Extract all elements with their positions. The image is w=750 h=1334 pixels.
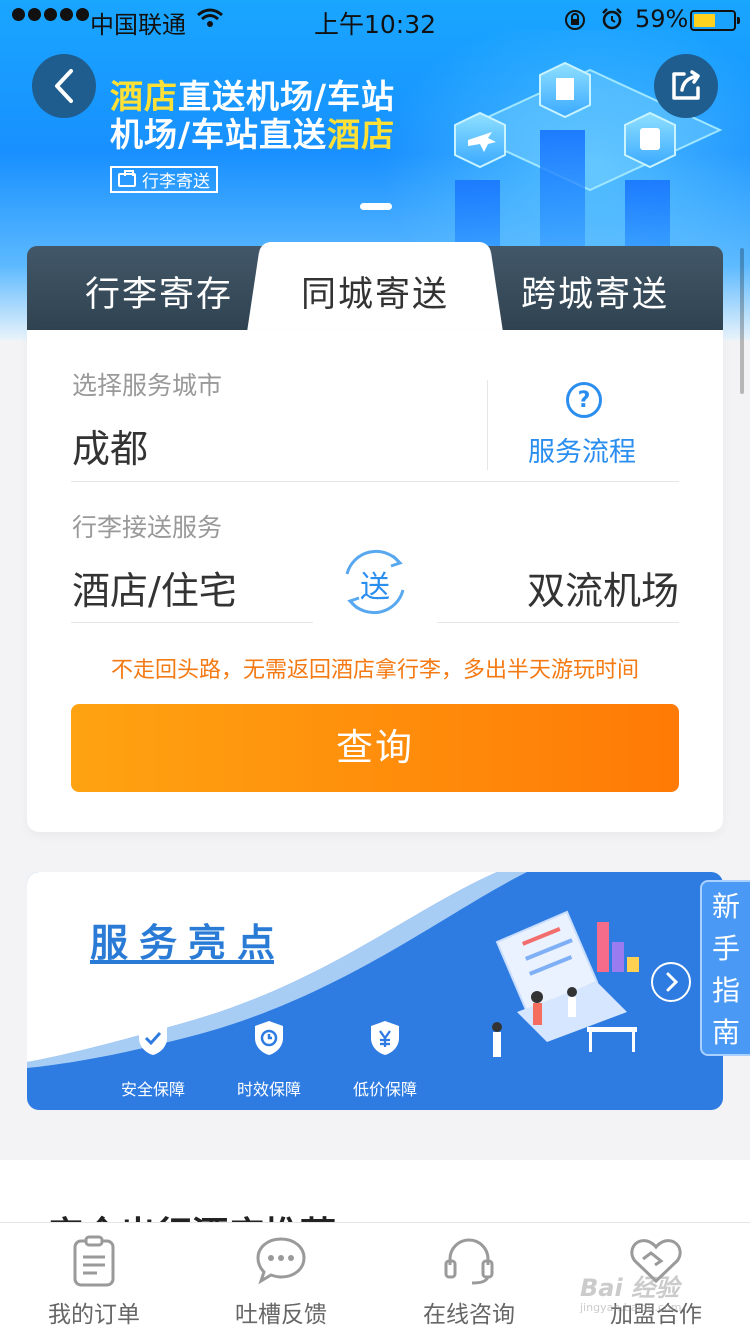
slogan-text: 直送机场/车站 [178,77,396,116]
city-label: 选择服务城市 [72,371,223,400]
slogan-highlight: 酒店 [327,115,396,154]
scrollbar[interactable] [740,248,744,394]
badge-low-price: 低价保障 [345,1020,425,1100]
divider [71,622,313,623]
nav-label: 在线咨询 [423,1302,515,1328]
luggage-icon [118,169,136,187]
nav-online-consult[interactable]: 在线咨询 [375,1223,563,1334]
question-icon[interactable]: ? [566,382,602,418]
tab-label: 同城寄送 [300,275,449,315]
guide-char: 新 [711,890,740,923]
building-cube [539,61,591,119]
swap-label: 送 [360,570,390,605]
swap-direction-button[interactable]: 送 [333,540,417,624]
slogan-text: 机场/车站直送 [110,115,328,154]
alarm-icon [602,8,622,30]
service-process-link[interactable]: 服务流程 [528,430,636,469]
beginner-guide-tab[interactable]: 新 手 指 南 [700,880,750,1056]
badge-label: 时效保障 [236,1080,301,1099]
carousel-indicator [360,203,392,210]
guide-char: 南 [711,1016,740,1049]
dropoff-location[interactable]: 双流机场 [527,560,679,615]
back-button[interactable] [32,54,96,118]
slogan-highlight: 酒店 [110,77,178,116]
badge-safety: 安全保障 [113,1020,193,1100]
highlights-title: 服务亮点 [90,921,287,965]
luggage-service-label: 行李接送服务 [72,513,223,542]
badge-label: 低价保障 [352,1080,417,1099]
banner-slogan: 酒店直送机场/车站 机场/车站直送酒店 [110,78,395,154]
battery-icon [690,10,740,31]
service-highlights-banner[interactable]: 服务亮点 安全保障 时效保障 低价保障 [27,872,723,1110]
nav-label: 吐槽反馈 [235,1302,327,1328]
watermark-text: Bai 经验 [580,1274,680,1302]
watermark: Bai 经验 jingyan.baidu.com [580,1268,682,1314]
guide-char: 指 [711,974,740,1007]
booking-form: 选择服务城市 成都 ? 服务流程 行李接送服务 酒店/住宅 送 双流机场 不走回… [27,330,723,832]
shield-yen-icon [371,1021,399,1055]
chevron-right-icon [666,972,679,992]
nav-my-orders[interactable]: 我的订单 [0,1223,188,1334]
luggage-tag-label: 行李寄送 [142,172,210,192]
nav-feedback[interactable]: 吐槽反馈 [187,1223,375,1334]
order-icon [73,1235,115,1287]
plane-cube [454,111,506,169]
title-underline [90,960,274,964]
headset-icon [444,1238,494,1285]
badge-timeliness: 时效保障 [229,1020,309,1100]
divider [437,622,679,623]
tab-storage[interactable]: 行李寄存 [85,266,233,317]
luggage-tag: 行李寄送 [110,166,218,193]
chat-bubble-icon [256,1237,306,1285]
pickup-location[interactable]: 酒店/住宅 [72,560,237,615]
share-button[interactable] [654,54,718,118]
office-illustration [492,910,639,1057]
shield-check-icon [139,1021,167,1055]
highlights-arrow-button[interactable] [651,962,691,1002]
shield-clock-icon [255,1021,283,1055]
divider [71,481,679,482]
service-tabs: 行李寄存 同城寄送 跨城寄送 [27,242,723,332]
battery-percent: 59% [635,5,689,33]
nav-label: 我的订单 [48,1302,140,1328]
promo-text: 不走回头路，无需返回酒店拿行李，多出半天游玩时间 [110,658,639,683]
city-selector[interactable]: 成都 [72,418,148,473]
divider [487,380,488,470]
tab-cross-city[interactable]: 跨城寄送 [521,266,669,317]
train-cube [624,111,676,169]
guide-char: 手 [711,932,740,965]
badge-label: 安全保障 [120,1080,185,1099]
chevron-left-icon [55,69,73,103]
tab-same-city[interactable]: 同城寄送 [247,242,503,332]
status-bar: 中国联通 上午10:32 59% [0,0,750,40]
query-button[interactable]: 查询 [71,704,679,792]
watermark-sub: jingyan.baidu.com [580,1301,682,1314]
rotation-lock-icon [565,10,585,30]
share-icon [672,70,700,100]
